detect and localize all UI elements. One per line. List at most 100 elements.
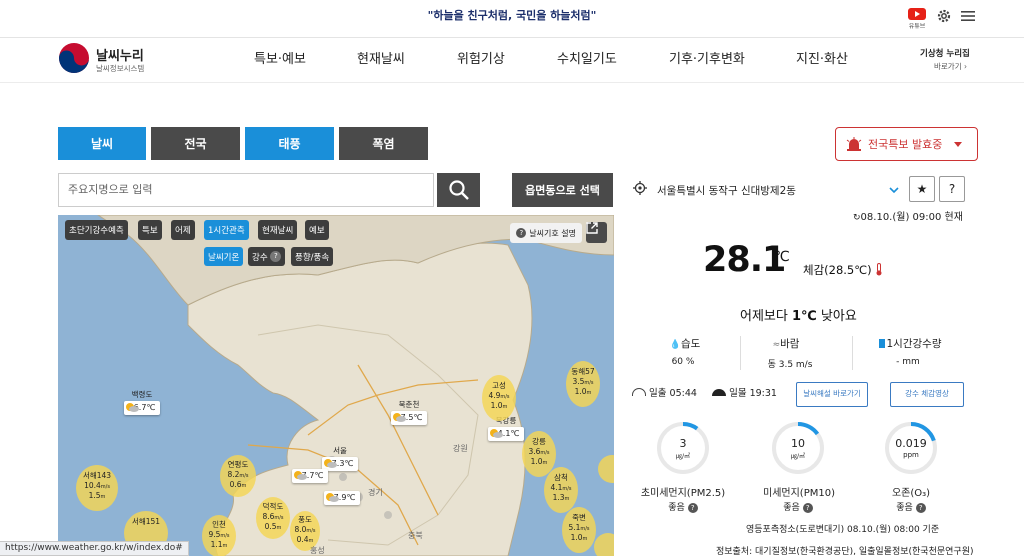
sunset-icon xyxy=(712,389,727,396)
weather-symbol-legend-button[interactable]: ? 날씨기호 설명 xyxy=(510,223,582,243)
help-button[interactable]: ? xyxy=(939,176,965,202)
buoy-name: 강릉 xyxy=(532,437,546,446)
map-buoy-donghae57[interactable]: 동해57 3.5m/s 1.0m xyxy=(566,361,600,407)
buoy-wind-unit: m/s xyxy=(306,528,316,535)
map-place-label: 홍성 xyxy=(310,546,325,555)
city-name: 북춘천 xyxy=(398,400,420,409)
map-city-bukchuncheon[interactable]: 북춘천 27.5℃ xyxy=(391,400,427,425)
weather-comment-button[interactable]: 날씨해설 바로가기 xyxy=(796,382,868,407)
map-chip-forecast[interactable]: 예보 xyxy=(305,220,329,240)
refresh-icon[interactable]: ↻ xyxy=(853,213,861,223)
caret-down-icon xyxy=(954,141,963,147)
map-chip-rain[interactable]: 강수 ? xyxy=(248,247,286,266)
gps-icon[interactable] xyxy=(633,181,647,195)
buoy-name: 삼척 xyxy=(554,473,568,482)
buoy-wave: 1.3 xyxy=(552,493,565,503)
observation-time: ↻08.10.(월) 09:00 현재 xyxy=(853,208,963,223)
weather-map[interactable]: 초단기강수예측 특보 어제 1시간관측 현재날씨 예보 날씨기온 강수 ? 풍향… xyxy=(58,215,614,556)
select-by-dong-button[interactable]: 읍면동으로 선택 xyxy=(512,173,613,207)
map-buoy-incheon[interactable]: 인천 9.5m/s 1.1m xyxy=(202,515,236,556)
current-location[interactable]: 서울특별시 동작구 신대방제2동 xyxy=(657,183,796,198)
divider xyxy=(740,336,741,370)
help-icon: ? xyxy=(270,251,282,262)
kma-logo-icon[interactable] xyxy=(58,42,90,74)
nav-hazard-weather[interactable]: 위험기상 xyxy=(457,48,505,67)
buoy-name: 서해151 xyxy=(131,517,161,526)
map-buoy-goseong[interactable]: 고성 4.9m/s 1.0m xyxy=(482,375,516,421)
buoy-wave: 1.0 xyxy=(570,533,583,543)
sunset-time: 19:31 xyxy=(749,388,777,399)
map-chip-wind[interactable]: 풍향/풍속 xyxy=(291,247,334,266)
pm25-value: 3 xyxy=(679,437,687,450)
map-buoy-seohae143[interactable]: 서해143 10.4m/s 1.5m xyxy=(76,465,118,511)
map-buoy-deokjeok[interactable]: 덕적도 8.6m/s 0.5m xyxy=(256,497,290,539)
tab-typhoon[interactable]: 태풍 xyxy=(245,127,334,160)
buoy-wind-unit: m/s xyxy=(584,380,594,387)
gear-icon[interactable] xyxy=(936,8,952,24)
logo-title[interactable]: 날씨누리 xyxy=(96,45,144,64)
nav-current-weather[interactable]: 현재날씨 xyxy=(357,48,405,67)
nav-weather-chart[interactable]: 수치일기도 xyxy=(557,48,617,67)
ozone-gauge[interactable]: 0.019 ppm xyxy=(883,420,939,476)
city-name: 백령도 xyxy=(131,390,153,399)
kma-homepage-link[interactable]: 기상청 누리집 xyxy=(920,47,970,59)
buoy-wave: 1.0 xyxy=(574,387,587,397)
map-city-pungdo[interactable]: 27.9℃ xyxy=(324,491,360,505)
tab-heatwave[interactable]: 폭염 xyxy=(339,127,428,160)
favorite-button[interactable]: ★ xyxy=(909,176,935,202)
map-chip-1h-obs[interactable]: 1시간관측 xyxy=(204,220,249,240)
map-city-baengnyeong[interactable]: 백령도 26.7℃ xyxy=(124,390,160,415)
buoy-wave: 1.1 xyxy=(210,540,223,550)
tab-weather[interactable]: 날씨 xyxy=(58,127,146,160)
buoy-wind-unit: m/s xyxy=(580,526,590,533)
youtube-link[interactable]: 유튜브 xyxy=(906,8,928,30)
buoy-wind-unit: m/s xyxy=(220,533,230,540)
help-icon[interactable]: ? xyxy=(802,503,813,513)
map-chip-current-weather[interactable]: 현재날씨 xyxy=(258,220,298,240)
pm25-gauge[interactable]: 3 ㎍/㎥ xyxy=(655,420,711,476)
compare-suffix: 낮아요 xyxy=(816,309,857,324)
buoy-wind-unit: m/s xyxy=(500,394,510,401)
partly-cloudy-icon xyxy=(294,471,307,480)
legend-label: 날씨기호 설명 xyxy=(529,228,576,238)
city-name: 서울 xyxy=(333,446,347,455)
nav-forecast[interactable]: 특보·예보 xyxy=(254,48,306,67)
search-button[interactable] xyxy=(437,173,480,207)
map-place-label: 충북 xyxy=(408,531,423,540)
map-chip-short-term-rain[interactable]: 초단기강수예측 xyxy=(65,220,128,240)
map-city-seosudo[interactable]: 27.7℃ xyxy=(292,469,328,483)
map-buoy-jukbyeon[interactable]: 죽변 5.1m/s 1.0m xyxy=(562,507,596,553)
nav-climate[interactable]: 기후·기후변화 xyxy=(669,48,745,67)
rain-gauge-icon xyxy=(878,339,885,348)
location-search-input[interactable]: 주요지명으로 입력 xyxy=(58,173,434,207)
partly-cloudy-icon xyxy=(490,429,503,438)
nationwide-warning-button[interactable]: 전국특보 발효중 xyxy=(835,127,978,161)
partly-cloudy-icon xyxy=(126,403,139,412)
help-icon[interactable]: ? xyxy=(915,503,926,513)
top-divider xyxy=(0,37,1024,38)
kma-homepage-goto[interactable]: 바로가기 › xyxy=(934,61,967,72)
buoy-wind-unit: m/s xyxy=(100,484,110,491)
tab-nationwide[interactable]: 전국 xyxy=(151,127,240,160)
map-expand-button[interactable] xyxy=(586,222,607,243)
menu-icon[interactable] xyxy=(961,10,975,22)
map-buoy-yeonpyeong[interactable]: 연평도 8.2m/s 0.6m xyxy=(220,455,256,497)
map-buoy-samcheok[interactable]: 삼척 4.1m/s 1.3m xyxy=(544,467,578,513)
humidity-value: 60 % xyxy=(671,357,695,367)
rain-video-button[interactable]: 강수 체감영상 xyxy=(890,382,964,407)
nav-earthquake[interactable]: 지진·화산 xyxy=(796,48,848,67)
map-bubble-edge[interactable] xyxy=(594,533,614,556)
measurement-station: 영등포측정소(도로변대기) 08.10.(월) 08:00 기준 xyxy=(746,525,940,535)
current-temperature: 28.1 xyxy=(703,240,786,280)
map-city-bukgangneung[interactable]: 북강릉 24.1℃ xyxy=(488,416,524,441)
help-icon[interactable]: ? xyxy=(687,503,698,513)
pm10-status-text: 좋음 xyxy=(783,503,800,513)
buoy-wave-unit: m xyxy=(241,483,247,490)
buoy-wind-unit: m/s xyxy=(540,450,550,457)
map-chip-warning[interactable]: 특보 xyxy=(138,220,162,240)
chevron-down-icon[interactable] xyxy=(889,185,899,195)
pm10-gauge[interactable]: 10 ㎍/㎥ xyxy=(770,420,826,476)
map-chip-yesterday[interactable]: 어제 xyxy=(171,220,195,240)
map-chip-weather-temp[interactable]: 날씨기온 xyxy=(204,247,244,266)
feels-like-text: 체감(28.5℃) xyxy=(803,263,872,277)
